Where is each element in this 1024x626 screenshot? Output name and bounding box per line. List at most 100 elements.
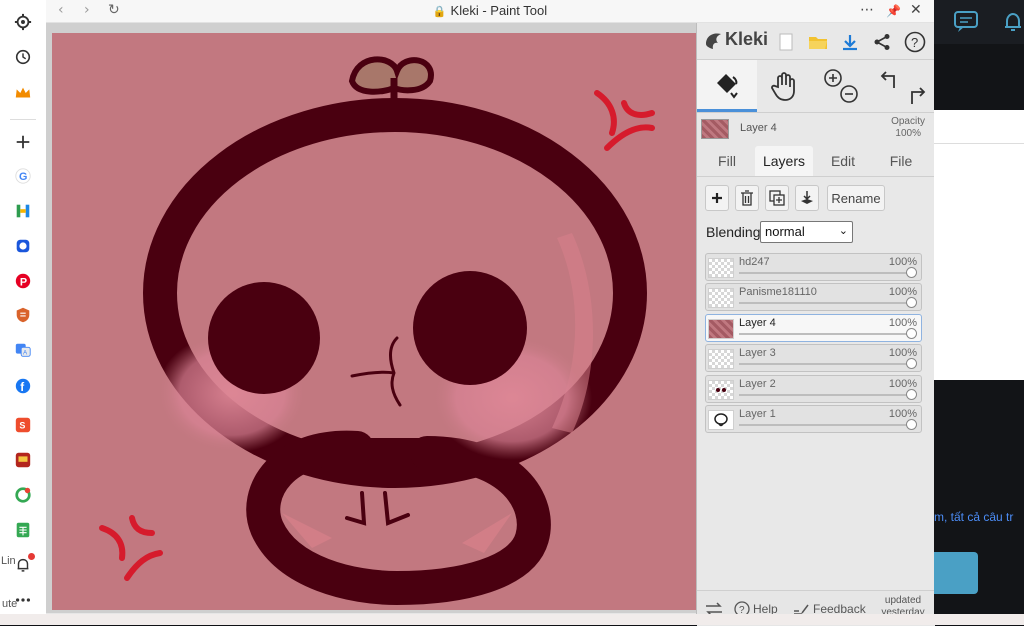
merge-down-icon: [801, 191, 813, 204]
duplicate-layer-button[interactable]: [765, 185, 789, 211]
notifications-icon[interactable]: [13, 553, 35, 575]
opacity-slider-track[interactable]: [739, 394, 911, 396]
background-link-text[interactable]: m, tất cả câu tr: [934, 510, 1024, 524]
shopee-icon[interactable]: S: [13, 415, 33, 435]
settings-icon[interactable]: [13, 12, 33, 32]
background-button[interactable]: [934, 552, 978, 594]
add-icon[interactable]: [13, 132, 33, 152]
share-icon[interactable]: [871, 31, 893, 53]
hand-tool-button[interactable]: [759, 60, 809, 112]
svg-text:S: S: [19, 421, 25, 431]
opacity-slider-track[interactable]: [739, 272, 911, 274]
tab-fill[interactable]: Fill: [703, 146, 751, 176]
close-icon[interactable]: ✕: [910, 2, 922, 18]
bell-icon[interactable]: [1002, 11, 1024, 33]
svg-text:P: P: [20, 277, 27, 289]
current-layer-thumbnail: [701, 119, 729, 139]
hotel-icon[interactable]: [13, 201, 33, 221]
new-image-icon[interactable]: [775, 31, 797, 53]
opacity-slider-handle[interactable]: [906, 267, 917, 278]
tab-edit[interactable]: Edit: [817, 146, 869, 176]
window-title-text: Kleki - Paint Tool: [450, 3, 548, 18]
layer-item[interactable]: Layer 2 100%: [705, 375, 922, 403]
crown-icon[interactable]: [13, 83, 33, 103]
tool-panel: Kleki ? Layer 4 Opacity 100% Fill Layers…: [696, 23, 935, 626]
opacity-slider-handle[interactable]: [906, 358, 917, 369]
layer-thumbnail: [708, 258, 734, 278]
chat-icon[interactable]: [954, 11, 978, 33]
translate-icon[interactable]: A: [13, 340, 33, 360]
facebook-icon[interactable]: f: [13, 376, 33, 396]
updated-line-1: updated: [884, 595, 922, 606]
layer-item[interactable]: Layer 3 100%: [705, 344, 922, 372]
layer-item[interactable]: Layer 1 100%: [705, 405, 922, 433]
blending-select[interactable]: normal ⌄: [760, 221, 853, 243]
background-divider: [934, 143, 1024, 144]
blending-value: normal: [765, 224, 805, 239]
rename-layer-button[interactable]: Rename: [827, 185, 885, 211]
layer-name: Panisme181110: [739, 286, 817, 298]
app-logo-text: Kleki: [725, 29, 769, 49]
opacity-slider-track[interactable]: [739, 302, 911, 304]
sheets-icon[interactable]: [13, 520, 33, 540]
delete-layer-button[interactable]: [735, 185, 759, 211]
google-icon[interactable]: G: [13, 166, 33, 186]
canvas-area[interactable]: [46, 23, 696, 613]
window-titlebar: ‹ › ↻ 🔒 Kleki - Paint Tool ⋯ 📌 ✕: [46, 0, 934, 23]
sidebar-divider: [10, 119, 36, 120]
tab-file[interactable]: File: [875, 146, 927, 176]
merge-layer-button[interactable]: [795, 185, 819, 211]
popup-window: ‹ › ↻ 🔒 Kleki - Paint Tool ⋯ 📌 ✕ Kleki ?…: [46, 0, 935, 626]
layer-name: Layer 4: [739, 317, 776, 329]
fill-tool-button[interactable]: [697, 60, 757, 112]
blending-label: Blending: [706, 224, 761, 240]
panel-tabs: Fill Layers Edit File: [697, 144, 935, 177]
layer-name: hd247: [739, 256, 770, 268]
sidebar-edge-text-2: ute: [2, 598, 18, 610]
pinterest-icon[interactable]: P: [13, 271, 33, 291]
hand-icon: [771, 72, 795, 101]
opacity-slider-track[interactable]: [739, 333, 911, 335]
chevron-down-icon: ⌄: [838, 225, 848, 237]
help-icon[interactable]: ?: [904, 31, 926, 53]
opacity-slider-handle[interactable]: [906, 389, 917, 400]
opacity-slider-handle[interactable]: [906, 297, 917, 308]
app-shortcut-icon[interactable]: [13, 236, 33, 256]
open-folder-icon[interactable]: [807, 31, 829, 53]
kleki-logo-icon: [706, 33, 721, 49]
tiki-icon[interactable]: [13, 450, 33, 470]
download-icon[interactable]: [839, 31, 861, 53]
drawing-canvas[interactable]: [52, 33, 696, 610]
trash-icon: [741, 190, 753, 206]
browser-sidebar: G P A f S Lin ute: [0, 0, 47, 625]
svg-text:G: G: [19, 171, 27, 183]
tab-layers[interactable]: Layers: [755, 146, 813, 176]
layer-thumbnail: [708, 410, 734, 430]
more-options-icon[interactable]: ⋯: [860, 2, 874, 18]
logo-row: Kleki ?: [697, 23, 935, 60]
opacity-slider-track[interactable]: [739, 424, 911, 426]
undo-redo-controls: [875, 60, 931, 112]
current-layer-name: Layer 4: [740, 122, 777, 134]
opacity-slider-handle[interactable]: [906, 419, 917, 430]
zoom-controls: [817, 60, 865, 112]
layer-thumbnail: [708, 319, 734, 339]
duplicate-icon: [769, 190, 785, 206]
add-layer-button[interactable]: [705, 185, 729, 211]
window-title: 🔒 Kleki - Paint Tool: [46, 3, 934, 18]
maps-icon[interactable]: [13, 485, 33, 505]
background-content-card: [934, 110, 1024, 380]
notification-badge: [28, 553, 35, 560]
svg-text:?: ?: [911, 35, 918, 50]
layer-item[interactable]: hd247 100%: [705, 253, 922, 281]
pin-icon[interactable]: 📌: [886, 4, 901, 18]
opacity-slider-handle[interactable]: [906, 328, 917, 339]
paint-bucket-icon: [717, 73, 738, 99]
shield-icon[interactable]: [13, 305, 33, 325]
layer-item[interactable]: Panisme181110 100%: [705, 283, 922, 311]
history-icon[interactable]: [13, 47, 33, 67]
opacity-slider-track[interactable]: [739, 363, 911, 365]
redo-icon: [911, 87, 926, 104]
layer-thumbnail: [708, 380, 734, 400]
layer-item-selected[interactable]: Layer 4 100%: [705, 314, 922, 342]
